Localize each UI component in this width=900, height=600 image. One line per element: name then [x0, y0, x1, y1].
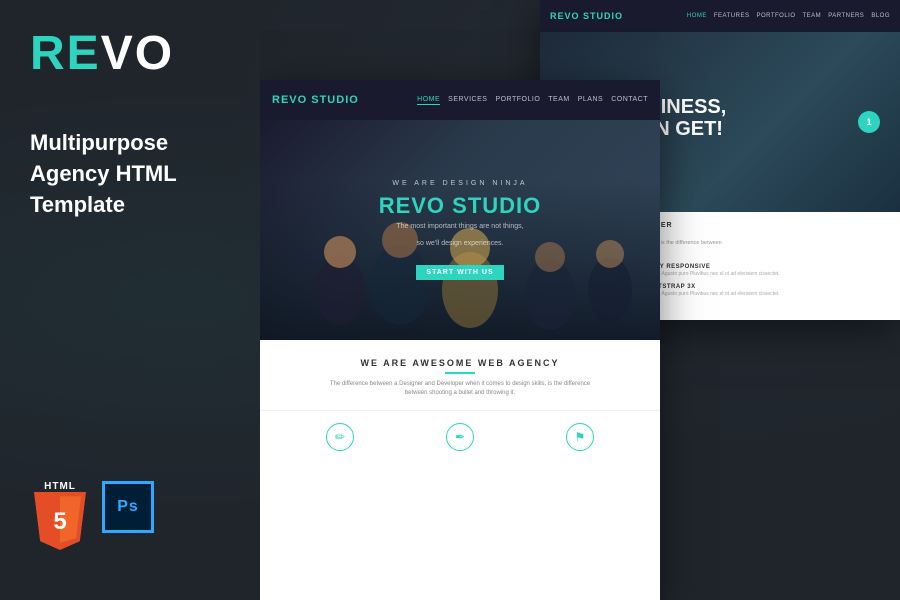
feature-bootstrap: B BOOTSTRAP 3X Vivec la Agusto puro Pluv… — [624, 284, 886, 298]
front-icons-row: ✏ ✒ ⚑ — [260, 411, 660, 463]
screenshots-area: REVO STUDIO HOME FEATURES PORTFOLIO TEAM… — [260, 0, 900, 600]
back-nav-home[interactable]: HOME — [687, 13, 707, 19]
html5-shield: 5 — [34, 492, 86, 550]
front-nav-home[interactable]: HOME — [417, 96, 440, 105]
front-logo-studio: STUDIO — [307, 94, 359, 106]
front-hero: WE ARE DESIGN NINJA REVO STUDIO The most… — [260, 120, 660, 340]
front-nav: HOME SERVICES PORTFOLIO TEAM PLANS CONTA… — [417, 96, 648, 105]
back-logo-studio: STUDIO — [580, 11, 624, 21]
logo-container: REVO — [30, 30, 250, 78]
front-nav-contact[interactable]: CONTACT — [611, 96, 648, 105]
left-panel: REVO Multipurpose Agency HTML Template H… — [0, 0, 280, 600]
ps-label: Ps — [117, 498, 139, 516]
back-logo-re: REVO — [550, 11, 580, 21]
hero-title-studio: STUDIO — [452, 193, 541, 218]
back-nav-portfolio[interactable]: PORTFOLIO — [756, 13, 795, 19]
agency-divider — [445, 372, 475, 374]
icon-pencil: ✏ — [326, 423, 354, 451]
hero-title-revo: REVO — [379, 193, 445, 218]
hero-desc2: so we'll design experiences. — [379, 240, 542, 247]
icon-flag: ⚑ — [566, 423, 594, 451]
back-nav-blog[interactable]: BLOG — [871, 13, 890, 19]
feature-bootstrap-desc: Vivec la Agusto puro Pluvibus nec el ot … — [643, 291, 780, 298]
logo-re: RE — [30, 27, 101, 80]
back-logo: REVO STUDIO — [550, 11, 623, 21]
front-header: REVO STUDIO HOME SERVICES PORTFOLIO TEAM… — [260, 80, 660, 120]
feature-bootstrap-title: BOOTSTRAP 3X — [643, 284, 780, 290]
hero-content: WE ARE DESIGN NINJA REVO STUDIO The most… — [379, 180, 542, 280]
svg-text:5: 5 — [53, 508, 66, 535]
icon-item-2: ✒ — [446, 423, 474, 451]
feature-responsive: ▤ FULLY RESPONSIVE Vivec la Agusto puro … — [624, 264, 886, 278]
icon-brush: ✒ — [446, 423, 474, 451]
back-nav-partners[interactable]: PARTNERS — [828, 13, 864, 19]
front-nav-services[interactable]: SERVICES — [448, 96, 487, 105]
front-nav-portfolio[interactable]: PORTFOLIO — [495, 96, 540, 105]
front-logo: REVO STUDIO — [272, 94, 359, 106]
brand-logo: REVO — [30, 30, 250, 78]
screenshot-front: REVO STUDIO HOME SERVICES PORTFOLIO TEAM… — [260, 80, 660, 600]
back-header: REVO STUDIO HOME FEATURES PORTFOLIO TEAM… — [540, 0, 900, 32]
front-nav-plans[interactable]: PLANS — [578, 96, 603, 105]
html5-badge: HTML 5 — [30, 481, 90, 550]
back-nav-features[interactable]: FEATURES — [714, 13, 750, 19]
icon-item-1: ✏ — [326, 423, 354, 451]
logo-vo: VO — [101, 27, 174, 80]
back-nav: HOME FEATURES PORTFOLIO TEAM PARTNERS BL… — [687, 13, 890, 19]
feature-responsive-desc: Vivec la Agusto puro Pluvibus nec el ot … — [643, 271, 780, 278]
html5-label: HTML — [44, 481, 76, 492]
hero-subtitle: WE ARE DESIGN NINJA — [379, 180, 542, 187]
ps-badge: Ps — [102, 481, 154, 533]
feature-responsive-title: FULLY RESPONSIVE — [643, 264, 780, 270]
front-agency-section: WE ARE AWESOME WEB AGENCY The difference… — [260, 340, 660, 411]
hero-desc: The most important things are not things… — [379, 223, 542, 230]
hero-cta-button[interactable]: START WITH US — [416, 265, 503, 280]
feature-responsive-text: FULLY RESPONSIVE Vivec la Agusto puro Pl… — [643, 264, 780, 278]
html5-version: 5 — [34, 491, 86, 552]
tech-badges: HTML 5 Ps — [30, 481, 250, 550]
tagline: Multipurpose Agency HTML Template — [30, 128, 250, 220]
back-features: ▤ FULLY RESPONSIVE Vivec la Agusto puro … — [624, 264, 886, 320]
feature-bootstrap-text: BOOTSTRAP 3X Vivec la Agusto puro Pluvib… — [643, 284, 780, 298]
icon-item-3: ⚑ — [566, 423, 594, 451]
agency-desc: The difference between a Designer and De… — [320, 380, 600, 398]
agency-title: WE ARE AWESOME WEB AGENCY — [280, 358, 640, 368]
tagline-line1: Multipurpose Agency HTML Template — [30, 128, 250, 220]
front-nav-team[interactable]: TEAM — [548, 96, 569, 105]
hero-title: REVO STUDIO — [379, 193, 542, 219]
back-nav-team[interactable]: TEAM — [803, 13, 822, 19]
